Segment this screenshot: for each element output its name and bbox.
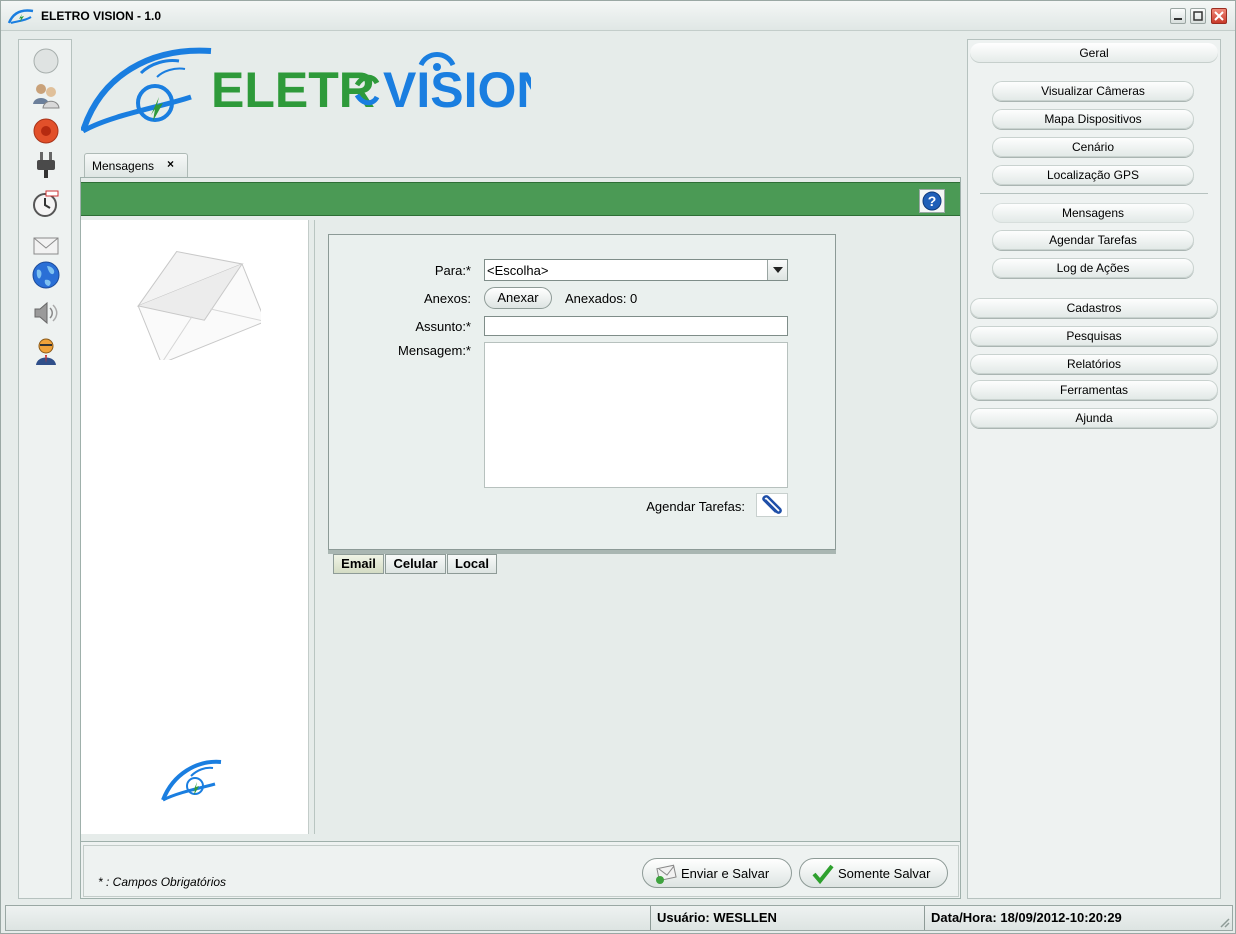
subtab-email[interactable]: Email xyxy=(333,554,384,574)
user-agent-icon[interactable] xyxy=(31,336,61,366)
subtab-celular[interactable]: Celular xyxy=(385,554,446,574)
nav-relatorios[interactable]: Relatórios xyxy=(970,354,1218,374)
chevron-down-icon xyxy=(773,267,783,273)
checkmark-icon xyxy=(812,864,834,884)
close-icon xyxy=(1214,11,1224,21)
nav-visualizar-cameras[interactable]: Visualizar Câmeras xyxy=(992,81,1194,101)
para-select[interactable]: <Escolha> xyxy=(484,259,788,281)
close-button[interactable] xyxy=(1211,8,1227,24)
tab-mensagens-label: Mensagens xyxy=(92,159,155,173)
app-logo-icon xyxy=(7,9,34,24)
panel-divider xyxy=(314,220,315,834)
tab-close-icon[interactable]: × xyxy=(167,157,174,171)
title-bar[interactable]: ELETRO VISION - 1.0 xyxy=(1,1,1235,31)
nav-log-de-acoes[interactable]: Log de Ações xyxy=(992,258,1194,278)
status-circle-icon[interactable] xyxy=(31,46,61,76)
illustration-panel xyxy=(81,220,309,834)
nav-localizacao-gps[interactable]: Localização GPS xyxy=(992,165,1194,185)
eletro-vision-logo: ELETR VISION xyxy=(81,47,531,134)
resize-grip-icon[interactable] xyxy=(1218,916,1230,928)
nav-mapa-dispositivos[interactable]: Mapa Dispositivos xyxy=(992,109,1194,129)
send-mail-icon xyxy=(656,864,677,884)
enviar-salvar-label: Enviar e Salvar xyxy=(681,866,770,881)
tab-mensagens[interactable]: Mensagens × xyxy=(84,153,188,177)
help-button[interactable]: ? xyxy=(919,189,945,213)
required-fields-note: * : Campos Obrigatórios xyxy=(98,875,227,889)
mensagem-textarea[interactable] xyxy=(484,342,788,488)
status-datetime: Data/Hora: 18/09/2012-10:20:29 xyxy=(924,906,1232,930)
form-footer: * : Campos Obrigatórios Enviar e Salvar … xyxy=(81,841,960,898)
anexados-count: Anexados: 0 xyxy=(565,291,638,306)
window-title: ELETRO VISION - 1.0 xyxy=(41,9,162,23)
para-select-value: <Escolha> xyxy=(487,263,549,278)
message-form: Para:* <Escolha> Anexos: Anexar Anexados… xyxy=(328,234,836,550)
mail-icon[interactable] xyxy=(31,230,61,260)
maximize-button[interactable] xyxy=(1190,8,1206,24)
status-bar: Usuário: WESLLEN Data/Hora: 18/09/2012-1… xyxy=(5,905,1233,931)
paperclip-icon xyxy=(762,495,782,514)
content-frame: ? Para:* <Escolha> Anexos: Anexar Anexad… xyxy=(80,177,961,899)
assunto-label: Assunto:* xyxy=(415,319,471,334)
users-icon[interactable] xyxy=(31,80,61,110)
nav-header-geral[interactable]: Geral xyxy=(970,43,1218,63)
nav-cenario[interactable]: Cenário xyxy=(992,137,1194,157)
alarm-clock-icon[interactable] xyxy=(31,188,61,218)
nav-agendar-tarefas[interactable]: Agendar Tarefas xyxy=(992,230,1194,250)
somente-salvar-button[interactable]: Somente Salvar xyxy=(799,858,948,888)
logo-text-right: VISION xyxy=(383,62,531,118)
anexar-button[interactable]: Anexar xyxy=(484,287,552,309)
record-icon[interactable] xyxy=(31,116,61,146)
right-nav-panel: Geral Visualizar Câmeras Mapa Dispositiv… xyxy=(967,39,1221,899)
small-logo-icon xyxy=(161,759,222,802)
speaker-icon[interactable] xyxy=(31,298,61,328)
anexos-label: Anexos: xyxy=(424,291,471,306)
nav-pesquisas[interactable]: Pesquisas xyxy=(970,326,1218,346)
enviar-salvar-button[interactable]: Enviar e Salvar xyxy=(642,858,792,888)
somente-salvar-label: Somente Salvar xyxy=(838,866,931,881)
svg-text:?: ? xyxy=(928,193,937,209)
para-label: Para:* xyxy=(434,263,471,278)
app-window: ELETRO VISION - 1.0 ELETR VISIO Mensagen… xyxy=(0,0,1236,934)
minimize-button[interactable] xyxy=(1170,8,1186,24)
agendar-tarefas-label: Agendar Tarefas: xyxy=(646,499,745,514)
minimize-icon xyxy=(1174,18,1182,20)
status-user: Usuário: WESLLEN xyxy=(650,906,924,930)
nav-ajunda[interactable]: Ajunda xyxy=(970,408,1218,428)
nav-ferramentas[interactable]: Ferramentas xyxy=(970,380,1218,400)
globe-icon[interactable] xyxy=(31,260,61,290)
envelope-illustration-icon xyxy=(136,251,261,360)
assunto-input[interactable] xyxy=(484,316,788,336)
nav-cadastros[interactable]: Cadastros xyxy=(970,298,1218,318)
left-toolbar xyxy=(18,39,72,899)
plug-icon[interactable] xyxy=(31,150,61,180)
maximize-icon xyxy=(1193,11,1203,21)
logo-text-left: ELETR xyxy=(211,62,375,118)
subtab-local[interactable]: Local xyxy=(447,554,497,574)
nav-separator xyxy=(980,193,1208,194)
nav-mensagens[interactable]: Mensagens xyxy=(992,203,1194,223)
header-bar: ? xyxy=(81,182,960,216)
agendar-tarefas-button[interactable] xyxy=(756,493,788,517)
help-icon: ? xyxy=(922,191,942,211)
footer-inner: * : Campos Obrigatórios Enviar e Salvar … xyxy=(83,845,959,897)
dropdown-arrow[interactable] xyxy=(767,260,787,280)
mensagem-label: Mensagem:* xyxy=(398,343,471,358)
